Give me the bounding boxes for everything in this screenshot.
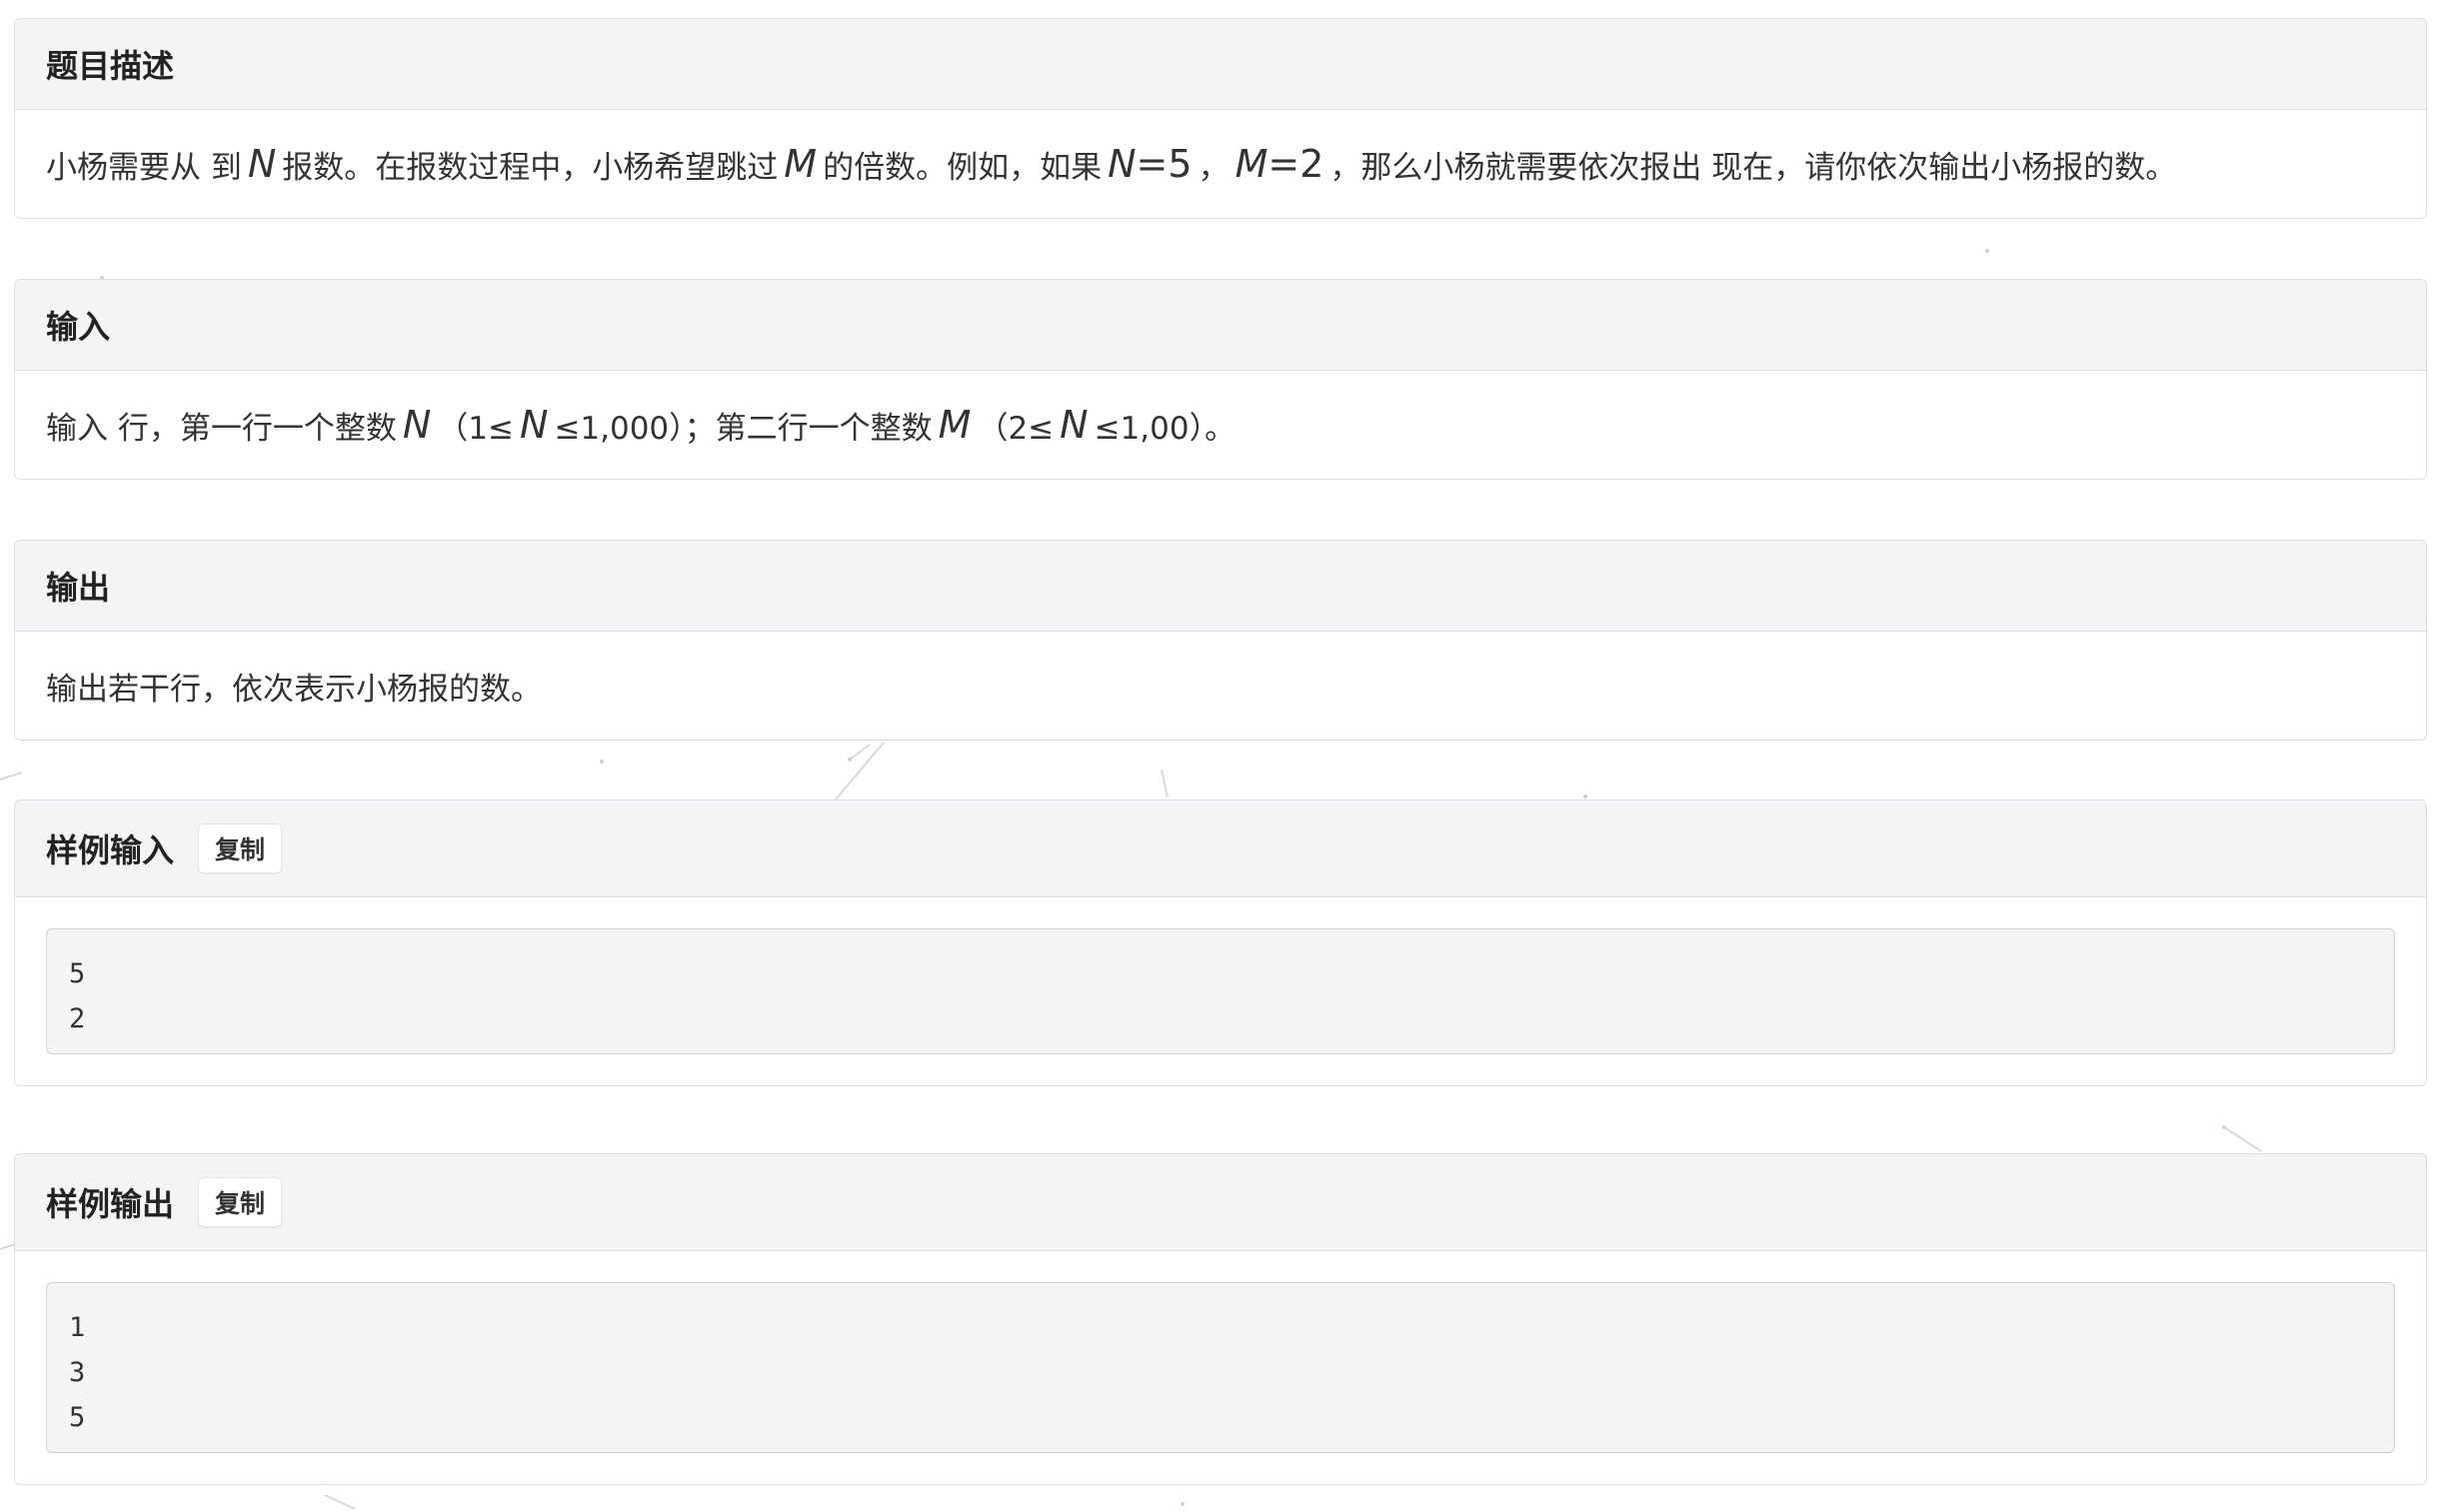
output-spec-header: 输出 [15, 541, 2426, 632]
input-spec-header: 输入 [15, 280, 2426, 371]
sample-input-line: 5 [69, 958, 86, 989]
text-segment: （2≤ [977, 410, 1055, 447]
text-segment: 小杨需要从 到 [46, 149, 242, 186]
text-segment: ，那么小杨就需要依次报出 现在，请你依次输出小杨报的数。 [1329, 149, 2177, 186]
sample-output-line: 3 [69, 1357, 86, 1388]
math-expression: N=5 [1108, 142, 1193, 186]
text-segment: 输入 行，第一行一个整数 [46, 410, 397, 447]
input-spec-title: 输入 [46, 308, 111, 346]
sample-input-code[interactable]: 5 2 [46, 928, 2395, 1054]
input-spec-text: 输入 行，第一行一个整数 N （1≤ N ≤1,000）；第二行一个整数 M （2≤ N ≤1… [15, 371, 2426, 479]
output-spec-title: 输出 [46, 569, 111, 607]
sample-input-body: 5 2 [15, 897, 2426, 1085]
text-segment: 报数。在报数过程中，小杨希望跳过 [282, 149, 779, 186]
math-expression: N [402, 403, 432, 447]
math-expression: N [520, 403, 549, 447]
sample-output-header: 样例输出 复制 [15, 1154, 2426, 1251]
text-segment: ≤1,00）。 [1094, 410, 1236, 447]
math-expression: M [938, 403, 972, 447]
math-expression: M [784, 142, 818, 186]
sample-output-panel: 样例输出 复制 1 3 5 [14, 1153, 2427, 1485]
sample-input-title: 样例输入 [46, 831, 175, 869]
sample-input-panel: 样例输入 复制 5 2 [14, 799, 2427, 1086]
copy-sample-output-button[interactable]: 复制 [198, 1177, 283, 1227]
sample-output-title: 样例输出 [46, 1185, 175, 1223]
sample-input-line: 2 [69, 1003, 86, 1034]
copy-sample-input-button[interactable]: 复制 [198, 823, 283, 873]
output-spec-panel: 输出 输出若干行，依次表示小杨报的数。 [14, 540, 2427, 741]
math-expression: M=2 [1234, 142, 1324, 186]
problem-description-title: 题目描述 [46, 47, 175, 85]
problem-description-text: 小杨需要从 到 N 报数。在报数过程中，小杨希望跳过 M 的倍数。例如，如果 N=5… [15, 110, 2426, 218]
text-segment: ， [1198, 149, 1229, 186]
text-segment: 的倍数。例如，如果 [823, 149, 1103, 186]
input-spec-panel: 输入 输入 行，第一行一个整数 N （1≤ N ≤1,000）；第二行一个整数 M （2≤… [14, 279, 2427, 480]
sample-output-code[interactable]: 1 3 5 [46, 1282, 2395, 1453]
sample-output-line: 5 [69, 1402, 86, 1433]
sample-output-line: 1 [69, 1312, 86, 1343]
problem-description-panel: 题目描述 小杨需要从 到 N 报数。在报数过程中，小杨希望跳过 M 的倍数。例如，如… [14, 18, 2427, 219]
sample-input-header: 样例输入 复制 [15, 800, 2426, 897]
text-segment: （1≤ [437, 410, 514, 447]
math-expression: N [247, 142, 277, 186]
output-spec-text: 输出若干行，依次表示小杨报的数。 [46, 671, 542, 708]
problem-description-header: 题目描述 [15, 19, 2426, 110]
math-expression: N [1060, 403, 1089, 447]
sample-output-body: 1 3 5 [15, 1251, 2426, 1484]
text-segment: ≤1,000）；第二行一个整数 [554, 410, 933, 447]
